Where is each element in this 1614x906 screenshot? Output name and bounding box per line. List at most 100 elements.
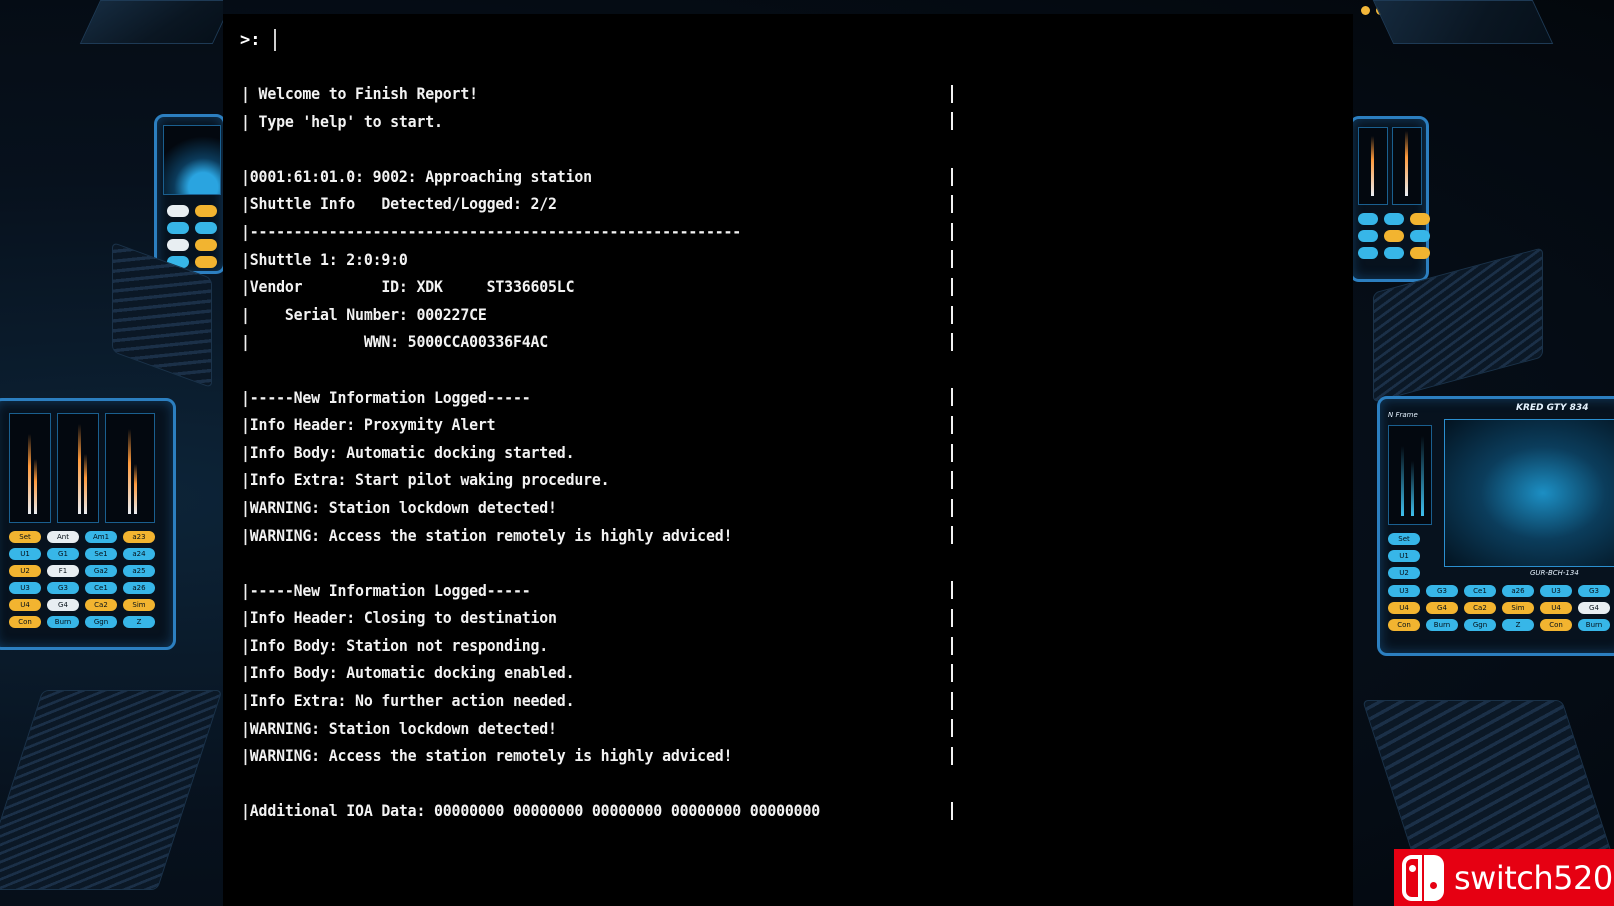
log-line: |---------------------------------------… <box>241 221 742 241</box>
log-line-border <box>951 301 953 329</box>
spectrum-scope-1 <box>1358 127 1388 205</box>
cockpit-button: a26 <box>1502 585 1534 597</box>
radar-scope <box>163 125 221 195</box>
right-control-buttons: U3 G3 Ce1 a26 U3 G3 U4 G4 Ca2 Sim U4 G4 Con Burn Ggn Z C… <box>1388 585 1610 631</box>
waveform-monitor: Set Ant Am1 a23 U1 G1 Se1 a24 U2 F1 Ga2 a25 U3 G3 Ce1 a… <box>0 398 176 650</box>
cockpit-button: U1 <box>1388 550 1420 562</box>
cockpit-button: U1 <box>9 548 41 560</box>
spectrum-monitor-right <box>1353 116 1430 282</box>
cockpit-button: Burn <box>47 616 79 628</box>
cockpit-button: Con <box>1540 619 1572 631</box>
cockpit-button: Set <box>9 531 41 543</box>
cockpit-button: G4 <box>1426 602 1458 614</box>
radar-monitor-left <box>154 114 223 274</box>
log-line-border <box>951 715 953 743</box>
cockpit-button: G3 <box>47 582 79 594</box>
log-line: |Vendor ID: XDK ST336605LC <box>241 277 575 297</box>
watermark-text: switch520 <box>1454 858 1613 897</box>
log-line: | Welcome to Finish Report! <box>241 84 478 103</box>
report-right-border <box>951 80 953 825</box>
log-line: |Info Body: Automatic docking enabled. <box>241 663 575 683</box>
cockpit-button: U4 <box>1540 602 1572 614</box>
spectrum-buttons <box>1358 213 1430 259</box>
spectrum-scope-2 <box>1392 127 1422 205</box>
cockpit-button: U4 <box>1388 602 1420 614</box>
text-cursor <box>274 29 277 51</box>
log-line: |-----New Information Logged----- <box>241 387 531 407</box>
log-line-border <box>951 577 953 605</box>
log-line: |Info Extra: No further action needed. <box>241 691 575 711</box>
log-line-border <box>951 659 953 687</box>
log-line-border <box>951 80 953 108</box>
cockpit-button: G1 <box>47 548 79 560</box>
log-line: |WARNING: Station lockdown detected! <box>241 497 557 517</box>
log-line-border <box>951 770 953 798</box>
log-line: |WARNING: Access the station remotely is… <box>241 525 733 545</box>
cockpit-button: Burn <box>1578 619 1610 631</box>
cockpit-button: Sim <box>1502 602 1534 614</box>
watermark-badge: switch520 <box>1394 849 1614 906</box>
cockpit-button: Am1 <box>85 531 117 543</box>
log-line-border <box>951 218 953 246</box>
log-line: |Info Extra: Start pilot waking procedur… <box>241 470 610 490</box>
terminal-window[interactable]: >: | Welcome to Finish Report! | Type 'he… <box>223 14 1353 906</box>
report-log: | Welcome to Finish Report! | Type 'help'… <box>241 80 864 825</box>
log-line-border <box>951 108 953 136</box>
log-line: |Info Header: Closing to destination <box>241 608 557 628</box>
log-line-border <box>951 328 953 356</box>
cockpit-button: U2 <box>9 565 41 577</box>
log-line: |Shuttle 1: 2:0:9:0 <box>241 249 408 269</box>
log-line: | WWN: 5000CCA00336F4AC <box>241 332 549 352</box>
log-line: |Info Body: Station not responding. <box>241 635 549 655</box>
cockpit-button: Con <box>1388 619 1420 631</box>
cockpit-button: Ga2 <box>85 565 117 577</box>
log-line-border <box>951 522 953 550</box>
log-line: |Additional IOA Data: 00000000 00000000 … <box>241 801 820 821</box>
log-line: |-----New Information Logged----- <box>241 580 531 600</box>
cockpit-button: a24 <box>123 548 155 560</box>
log-line: |WARNING: Station lockdown detected! <box>241 718 557 738</box>
log-line-border <box>951 466 953 494</box>
switch-logo-icon <box>1402 854 1446 901</box>
log-line: | Serial Number: 000227CE <box>241 304 487 324</box>
right-side-buttons: Set U1 U2 <box>1388 533 1420 579</box>
log-line-border <box>951 439 953 467</box>
cockpit-button: G4 <box>47 599 79 611</box>
log-line-border <box>951 190 953 218</box>
upper-strut-right <box>1372 0 1554 44</box>
log-line-border <box>951 356 953 384</box>
log-line-border <box>951 687 953 715</box>
log-line-border <box>951 273 953 301</box>
cockpit-button: Con <box>9 616 41 628</box>
cockpit-button: Ant <box>47 531 79 543</box>
cockpit-button: Z <box>123 616 155 628</box>
hud-level-meter <box>1388 425 1432 525</box>
hud-title: KRED GTY 834 <box>1516 403 1589 413</box>
log-line: |Info Header: Proxymity Alert <box>241 415 496 435</box>
hud-sub-label: GUR-BCH-134 <box>1530 569 1579 577</box>
cockpit-button: U3 <box>1388 585 1420 597</box>
cockpit-button: U3 <box>9 582 41 594</box>
log-line-border <box>951 411 953 439</box>
left-cockpit-panel: Set Ant Am1 a23 U1 G1 Se1 a24 U2 F1 Ga2 a25 U3 G3 Ce1 a… <box>0 0 223 906</box>
upper-strut-left <box>79 0 223 44</box>
floor-vent-left <box>0 690 223 890</box>
hud-display <box>1444 419 1614 567</box>
command-prompt[interactable]: >: <box>240 26 277 54</box>
log-line-border <box>951 135 953 163</box>
cockpit-button: U4 <box>9 599 41 611</box>
cockpit-button: Set <box>1388 533 1420 545</box>
log-line-border <box>951 742 953 770</box>
cockpit-button: Ce1 <box>85 582 117 594</box>
cockpit-button: F1 <box>47 565 79 577</box>
hud-monitor-right: KRED GTY 834 N Frame GUR-BCH-134 Set U1 U2… <box>1377 396 1614 656</box>
cockpit-button: G4 <box>1578 602 1610 614</box>
waveform-scope-2 <box>57 413 99 523</box>
cockpit-button: Ggn <box>85 616 117 628</box>
cockpit-button: Ca2 <box>85 599 117 611</box>
log-line-border <box>951 163 953 191</box>
